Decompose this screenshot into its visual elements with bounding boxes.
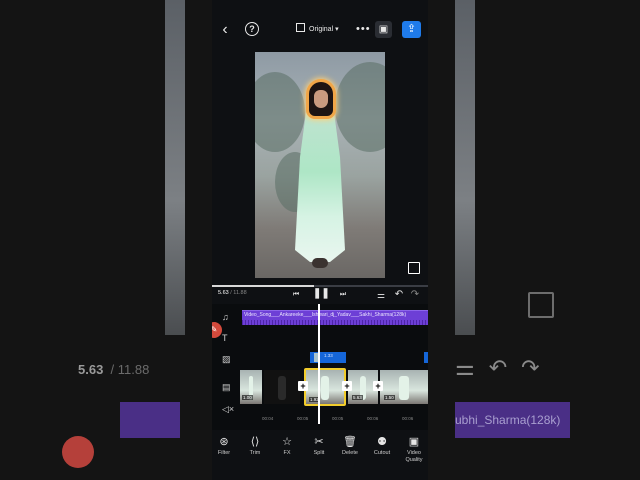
- playback-controls: 5.63 / 11.88 ⏮ ❚❚ ⏭ ⚌ ↶ ↷: [212, 288, 428, 302]
- audio-track-label: Video_Song___Ankareeke___Ishwari_dj_Yada…: [244, 312, 407, 318]
- next-frame-icon[interactable]: ⏭: [338, 286, 348, 304]
- aspect-ratio-label: Original: [309, 26, 334, 33]
- top-bar: ‹ ? Original ▾ ••• ▣ ⇪: [212, 16, 428, 44]
- clip-thumbnail[interactable]: [264, 370, 300, 404]
- clip-duration: 1.50: [384, 395, 395, 400]
- delete-icon: 🗑: [343, 436, 357, 448]
- video-lane-icon[interactable]: ▤: [222, 381, 234, 393]
- ghost-time: 5.63 / 11.88: [78, 362, 150, 377]
- overlay-clip-duration: 1.33: [324, 353, 333, 358]
- pen-button[interactable]: ✎: [212, 322, 222, 338]
- mute-icon[interactable]: ◁×: [222, 403, 234, 415]
- add-text-icon[interactable]: T: [222, 332, 234, 344]
- keyframe-adjust-icon[interactable]: ⚌: [376, 286, 386, 304]
- ruler-tick: 00:06: [402, 416, 414, 421]
- video-quality-button[interactable]: ▣ Video Quality: [402, 434, 426, 464]
- ghost-expand-icon: [528, 292, 554, 318]
- ghost-record-button: [62, 436, 94, 468]
- overlay-clip[interactable]: [424, 352, 428, 363]
- aspect-ratio-icon: [296, 23, 305, 32]
- playhead[interactable]: [318, 304, 320, 424]
- ghost-audio-track-left: [120, 402, 180, 438]
- more-icon[interactable]: •••: [356, 20, 370, 38]
- pause-icon[interactable]: ❚❚: [313, 285, 330, 303]
- trim-icon: ⟨⟩: [250, 436, 260, 448]
- help-icon[interactable]: ?: [245, 22, 259, 36]
- edit-toolbar: ⊛ Filter ⟨⟩ Trim ☆ FX ✂ Split 🗑 Delete ⚉ Cutou…: [212, 432, 428, 480]
- redo-icon[interactable]: ↷: [410, 286, 420, 304]
- add-music-icon[interactable]: ♫: [222, 311, 234, 323]
- trim-button[interactable]: ⟨⟩ Trim: [243, 434, 267, 457]
- add-overlay-icon[interactable]: ▨: [222, 353, 234, 365]
- ghost-audio-track-right: ubhi_Sharma(128k): [455, 402, 570, 438]
- previous-frame-icon[interactable]: ⏮: [291, 286, 301, 304]
- add-transition-button[interactable]: +: [298, 381, 308, 391]
- filter-button[interactable]: ⊛ Filter: [212, 434, 236, 457]
- split-button[interactable]: ✂ Split: [307, 434, 331, 457]
- export-icon[interactable]: ⇪: [402, 21, 421, 38]
- ruler-tick: 00:06: [367, 416, 379, 421]
- overlay-clip[interactable]: 1.33: [310, 352, 346, 363]
- video-preview[interactable]: [255, 52, 385, 278]
- timeline[interactable]: ♫ T ▨ ▤ ◁× ✎ Video_Song___Ankareeke___Is…: [212, 304, 428, 430]
- video-quality-icon: ▣: [408, 436, 420, 448]
- clip-duration: 1.00: [242, 395, 253, 400]
- audio-track[interactable]: Video_Song___Ankareeke___Ishwari_dj_Yada…: [242, 310, 428, 325]
- fx-icon: ☆: [282, 436, 292, 448]
- fullscreen-icon[interactable]: [408, 262, 420, 274]
- ruler-tick: 00:04: [262, 416, 274, 421]
- delete-button[interactable]: 🗑 Delete: [338, 434, 362, 457]
- ghost-controls: ⚌↶↷: [455, 355, 554, 380]
- clip-duration: 5.63: [352, 395, 363, 400]
- time-readout: 5.63 / 11.88: [218, 290, 247, 296]
- aspect-ratio-dropdown[interactable]: Original ▾: [296, 23, 339, 37]
- ruler-tick: 00:05: [332, 416, 344, 421]
- filter-icon: ⊛: [219, 436, 229, 448]
- save-icon[interactable]: ▣: [375, 21, 392, 38]
- add-transition-button[interactable]: +: [373, 381, 383, 391]
- undo-icon[interactable]: ↶: [394, 286, 404, 304]
- ghost-preview-left: [165, 0, 185, 335]
- fx-button[interactable]: ☆ FX: [275, 434, 299, 457]
- add-transition-button[interactable]: +: [342, 381, 352, 391]
- split-icon: ✂: [314, 436, 324, 448]
- ruler-tick: 00:05: [297, 416, 309, 421]
- cutout-button[interactable]: ⚉ Cutout: [370, 434, 394, 457]
- cutout-icon: ⚉: [377, 436, 387, 448]
- selected-clip[interactable]: 1.92: [304, 368, 346, 406]
- back-icon[interactable]: ‹: [218, 21, 232, 39]
- video-editor: ‹ ? Original ▾ ••• ▣ ⇪ 5.63 / 11.88 ⏮ ❚❚…: [212, 0, 428, 480]
- ghost-preview-right: [455, 0, 475, 335]
- cutout-subject: [287, 82, 353, 270]
- time-ruler: 00:04 00:05 00:05 00:06 00:06: [242, 416, 428, 424]
